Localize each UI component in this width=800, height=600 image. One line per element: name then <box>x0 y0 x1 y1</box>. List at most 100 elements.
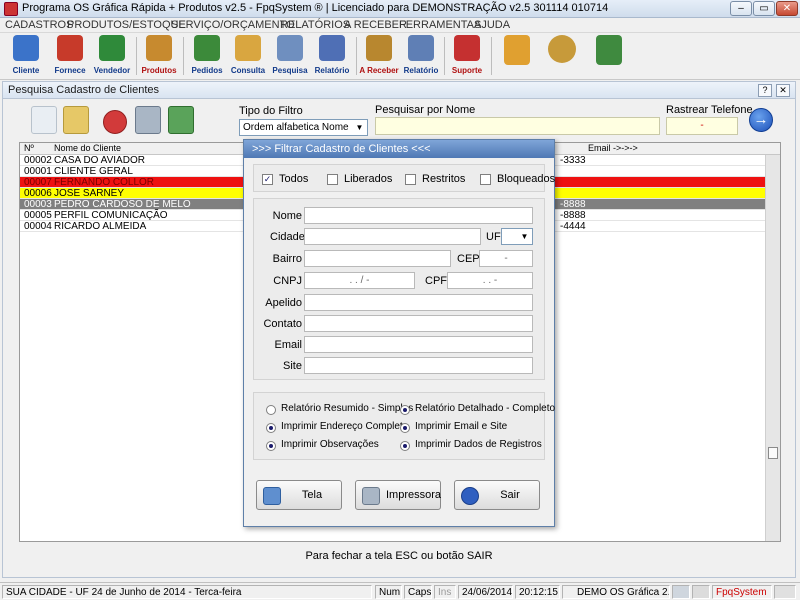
resize-grip-icon <box>774 585 796 599</box>
coins-icon <box>548 35 576 63</box>
phone-trace-input[interactable]: - <box>666 117 738 135</box>
delete-icon[interactable] <box>103 110 127 134</box>
grid-vertical-scrollbar[interactable] <box>765 155 780 541</box>
screen-icon <box>263 487 281 505</box>
menu-bar: CADASTROS PRODUTOS/ESTOQUE SERVIÇO/ORÇAM… <box>0 18 800 33</box>
cpf-input[interactable]: . . - <box>447 272 533 289</box>
status-filter-group: ✓ Todos Liberados Restritos Bloqueados <box>253 164 555 192</box>
site-input[interactable] <box>304 357 533 374</box>
apelido-input[interactable] <box>304 294 533 311</box>
app-icon <box>4 2 18 16</box>
toolbar-a-receber-button[interactable]: A Receber <box>358 35 400 78</box>
menu-produtos-estoque[interactable]: PRODUTOS/ESTOQUE <box>67 19 186 31</box>
toolbar-cliente-button[interactable]: Cliente <box>6 35 46 78</box>
checkbox-restritos[interactable] <box>405 174 416 185</box>
close-window-button[interactable]: ✕ <box>776 1 798 16</box>
toolbar-suporte-button[interactable]: Suporte <box>448 35 486 78</box>
scrollbar-thumb[interactable] <box>768 447 778 459</box>
col-header-name[interactable]: Nome do Cliente <box>54 143 121 153</box>
contato-input[interactable] <box>304 315 533 332</box>
toolbar-fornece-button[interactable]: Fornece <box>51 35 89 78</box>
cep-input[interactable]: - <box>479 250 533 267</box>
panel-title-bar: Pesquisa Cadastro de Clientes ? ✕ <box>3 82 795 99</box>
filter-dialog: >>> Filtrar Cadastro de Clientes <<< ✓ T… <box>243 139 555 527</box>
search-name-input[interactable] <box>375 117 660 135</box>
radio-imprimir-email-site[interactable] <box>400 423 410 433</box>
maximize-button[interactable]: ▭ <box>753 1 775 16</box>
radio-relatorio-detalhado[interactable] <box>400 405 410 415</box>
toolbar-calculator-button[interactable] <box>500 35 534 78</box>
radio-imprimir-endereco[interactable] <box>266 423 276 433</box>
printer-icon <box>362 487 380 505</box>
menu-ferramentas[interactable]: FERRAMENTAS <box>399 19 481 31</box>
row-client-name: CLIENTE GERAL <box>54 166 133 177</box>
status-ins: Ins <box>434 585 456 599</box>
close-hint: Para fechar a tela ESC ou botão SAIR <box>305 550 493 562</box>
row-number: 00001 <box>24 166 52 177</box>
folder-icon <box>235 35 261 61</box>
cnpj-input[interactable]: . . / - <box>304 272 415 289</box>
person-green-icon <box>99 35 125 61</box>
impressora-button[interactable]: Impressora <box>355 480 441 510</box>
row-number: 00002 <box>24 155 52 166</box>
menu-a-receber[interactable]: A RECEBER <box>344 19 407 31</box>
radio-imprimir-observacoes[interactable] <box>266 441 276 451</box>
radio-imprimir-email-site-label: Imprimir Email e Site <box>415 421 508 432</box>
status-location: SUA CIDADE - UF 24 de Junho de 2014 - Te… <box>2 585 372 599</box>
checkbox-liberados-label: Liberados <box>344 173 393 185</box>
toolbar-relatorio-button[interactable]: Relatório <box>311 35 353 78</box>
menu-servico-orcamento[interactable]: SERVIÇO/ORÇAMENTO <box>171 19 295 31</box>
panel-close-button[interactable]: ✕ <box>776 84 790 97</box>
toolbar-pedidos-button[interactable]: Pedidos <box>188 35 226 78</box>
filter-type-select[interactable]: Ordem alfabetica Nome ▼ <box>239 119 368 136</box>
magnifier-icon <box>277 35 303 61</box>
radio-relatorio-resumido[interactable] <box>266 405 276 415</box>
sair-button[interactable]: Sair <box>454 480 540 510</box>
status-date: 24/06/2014 <box>458 585 513 599</box>
toolbar-vendedor-button[interactable]: Vendedor <box>91 35 133 78</box>
checkbox-liberados[interactable] <box>327 174 338 185</box>
help-button[interactable]: ? <box>758 84 772 97</box>
toolbar-produtos-button[interactable]: Produtos <box>139 35 179 78</box>
col-header-num[interactable]: Nº <box>24 143 34 153</box>
exit-arrow-icon <box>461 487 479 505</box>
nome-label: Nome <box>272 210 302 222</box>
minimize-button[interactable]: – <box>730 1 752 16</box>
menu-relatorios[interactable]: RELATÓRIOS <box>280 19 350 31</box>
contato-label: Contato <box>263 318 302 330</box>
radio-imprimir-endereco-label: Imprimir Endereço Completo <box>281 421 409 432</box>
cep-label: CEP <box>457 253 480 265</box>
nome-input[interactable] <box>304 207 533 224</box>
bairro-input[interactable] <box>304 250 451 267</box>
menu-cadastros[interactable]: CADASTROS <box>5 19 73 31</box>
cidade-input[interactable] <box>304 228 481 245</box>
checkbox-bloqueados[interactable] <box>480 174 491 185</box>
email-input[interactable] <box>304 336 533 353</box>
email-label: Email <box>274 339 302 351</box>
col-header-email[interactable]: Email ->->-> <box>588 143 638 153</box>
tela-button[interactable]: Tela <box>256 480 342 510</box>
toolbar-pesquisa-button[interactable]: Pesquisa <box>270 35 310 78</box>
uf-select[interactable]: ▼ <box>501 228 533 245</box>
edit-pencil-icon[interactable] <box>63 106 89 134</box>
filter-type-label: Tipo do Filtro <box>239 105 303 117</box>
menu-ajuda[interactable]: AJUDA <box>474 19 510 31</box>
toolbar-consulta-button[interactable]: Consulta <box>229 35 267 78</box>
go-arrow-button[interactable]: → <box>749 108 773 132</box>
row-number: 00005 <box>24 210 52 221</box>
toolbar-exit-button[interactable] <box>592 35 626 78</box>
new-document-icon[interactable] <box>31 106 57 134</box>
status-bar: SUA CIDADE - UF 24 de Junho de 2014 - Te… <box>0 582 800 600</box>
radio-relatorio-detalhado-label: Relatório Detalhado - Completo <box>415 403 556 414</box>
checkbox-todos[interactable]: ✓ <box>262 174 273 185</box>
toolbar-coins-button[interactable] <box>545 35 579 78</box>
status-version: DEMO OS Gráfica 2.5 <box>562 585 670 599</box>
radio-imprimir-dados-registros[interactable] <box>400 441 410 451</box>
radio-imprimir-dados-registros-label: Imprimir Dados de Registros <box>415 439 542 450</box>
toolbar-relatorio-financeiro-button[interactable]: Relatório <box>401 35 441 78</box>
printer-icon[interactable] <box>135 106 161 134</box>
boxes-icon <box>146 35 172 61</box>
spreadsheet-icon[interactable] <box>168 106 194 134</box>
status-brand: FpqSystem <box>712 585 772 599</box>
row-number: 00006 <box>24 188 52 199</box>
